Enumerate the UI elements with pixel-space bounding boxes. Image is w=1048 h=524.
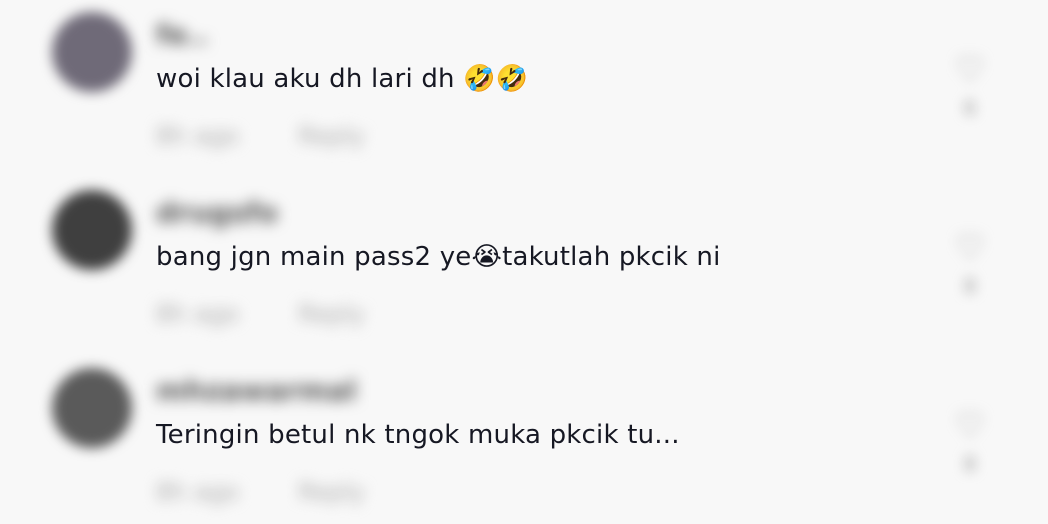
comment-text: woi klau aku dh lari dh 🤣🤣 — [156, 64, 529, 94]
heart-icon: ♡ — [954, 50, 986, 90]
comment-list: fe.. woi klau aku dh lari dh 🤣🤣 8h ago R… — [0, 0, 1048, 524]
avatar[interactable] — [52, 368, 132, 448]
like-button[interactable]: ♡ 6 — [950, 50, 990, 120]
like-count: 8 — [963, 274, 977, 298]
comment-username[interactable]: drugsfo — [156, 196, 278, 229]
comment-time: 8h ago — [156, 478, 239, 506]
heart-icon: ♡ — [954, 406, 986, 446]
comment-item: fe.. woi klau aku dh lari dh 🤣🤣 8h ago R… — [0, 0, 1048, 178]
like-count: 6 — [963, 96, 977, 120]
comment-meta: 8h ago Reply — [156, 300, 365, 328]
avatar[interactable] — [52, 190, 132, 270]
comment-time: 8h ago — [156, 300, 239, 328]
heart-icon: ♡ — [954, 228, 986, 268]
reply-button[interactable]: Reply — [298, 300, 364, 328]
comment-time: 8h ago — [156, 122, 239, 150]
comment-text: bang jgn main pass2 ye😭takutlah pkcik ni — [156, 242, 721, 272]
like-button[interactable]: ♡ 8 — [950, 228, 990, 298]
like-button[interactable]: ♡ 8 — [950, 406, 990, 476]
like-count: 8 — [963, 452, 977, 476]
comment-username[interactable]: fe.. — [156, 18, 208, 51]
reply-button[interactable]: Reply — [298, 478, 364, 506]
comment-item: drugsfo bang jgn main pass2 ye😭takutlah … — [0, 178, 1048, 356]
comment-username[interactable]: mhzawarmal — [156, 374, 357, 407]
comment-meta: 8h ago Reply — [156, 122, 365, 150]
avatar[interactable] — [52, 12, 132, 92]
comment-item: mhzawarmal Teringin betul nk tngok muka … — [0, 356, 1048, 524]
comment-meta: 8h ago Reply — [156, 478, 365, 506]
comment-text: Teringin betul nk tngok muka pkcik tu... — [156, 420, 680, 450]
reply-button[interactable]: Reply — [298, 122, 364, 150]
